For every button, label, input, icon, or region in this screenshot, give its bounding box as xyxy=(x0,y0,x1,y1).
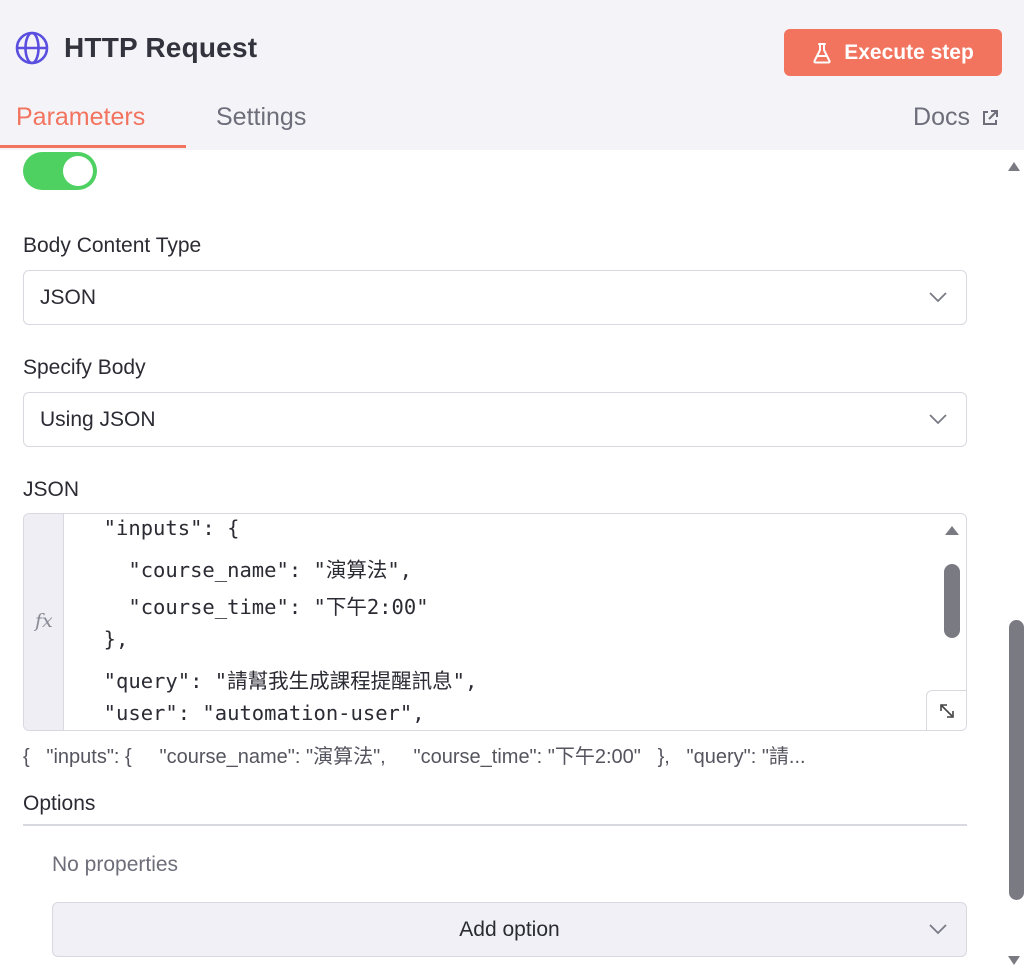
editor-scroll-thumb[interactable] xyxy=(944,564,960,638)
code-line: "course_name": "演算法", xyxy=(79,558,413,582)
no-properties-text: No properties xyxy=(52,853,179,876)
scroll-down-icon[interactable] xyxy=(1007,955,1021,967)
panel-scroll-thumb[interactable] xyxy=(1009,620,1024,900)
title-row: HTTP Request xyxy=(14,30,257,66)
execute-step-label: Execute step xyxy=(844,40,974,64)
node-header: HTTP Request Execute step Parameters Set… xyxy=(0,0,1024,150)
add-option-label: Add option xyxy=(459,917,560,941)
node-title: HTTP Request xyxy=(64,32,258,63)
scroll-up-icon[interactable] xyxy=(1007,160,1021,172)
code-line: "user": "automation-user", xyxy=(79,701,425,725)
chevron-down-icon xyxy=(929,414,947,425)
expression-gutter: fx xyxy=(24,514,64,730)
send-body-toggle[interactable] xyxy=(23,152,97,190)
add-option-select[interactable]: Add option xyxy=(52,902,967,957)
scroll-up-icon[interactable] xyxy=(944,524,960,536)
globe-icon xyxy=(14,30,50,66)
json-editor[interactable]: fx "inputs": { "course_name": "演算法", "co… xyxy=(23,513,967,731)
specify-body-select[interactable]: Using JSON xyxy=(23,392,967,447)
docs-label: Docs xyxy=(913,103,970,131)
code-line: "course_time": "下午2:00" xyxy=(79,595,429,619)
panel-scrollbar[interactable] xyxy=(1004,150,1024,973)
toggle-knob xyxy=(63,156,93,186)
active-tab-indicator xyxy=(0,145,186,148)
fx-icon: fx xyxy=(35,610,53,632)
parameters-panel: Body Content Type JSON Specify Body Usin… xyxy=(0,150,1004,973)
code-line: }, xyxy=(79,627,129,651)
specify-body-value: Using JSON xyxy=(40,407,156,431)
expand-icon xyxy=(939,703,954,718)
chevron-down-icon xyxy=(929,924,947,935)
execute-step-button[interactable]: Execute step xyxy=(784,29,1002,76)
body-content-type-label: Body Content Type xyxy=(23,234,202,257)
expand-editor-button[interactable] xyxy=(926,690,966,730)
json-preview: { "inputs": { "course_name": "演算法", "cou… xyxy=(23,746,806,768)
tab-settings[interactable]: Settings xyxy=(216,103,306,132)
editor-scrollbar[interactable] xyxy=(938,514,966,690)
options-divider xyxy=(23,824,967,826)
docs-link[interactable]: Docs xyxy=(913,103,1000,132)
body-content-type-select[interactable]: JSON xyxy=(23,270,967,325)
external-link-icon xyxy=(983,109,998,125)
code-line: "query": "請幫我生成課程提醒訊息", xyxy=(79,669,478,693)
specify-body-label: Specify Body xyxy=(23,356,146,379)
options-label: Options xyxy=(23,792,96,815)
chevron-down-icon xyxy=(929,292,947,303)
flask-icon xyxy=(813,42,831,63)
tab-parameters[interactable]: Parameters xyxy=(16,103,145,132)
code-line: "inputs": { xyxy=(79,516,240,540)
json-label: JSON xyxy=(23,478,80,501)
body-content-type-value: JSON xyxy=(40,285,97,309)
